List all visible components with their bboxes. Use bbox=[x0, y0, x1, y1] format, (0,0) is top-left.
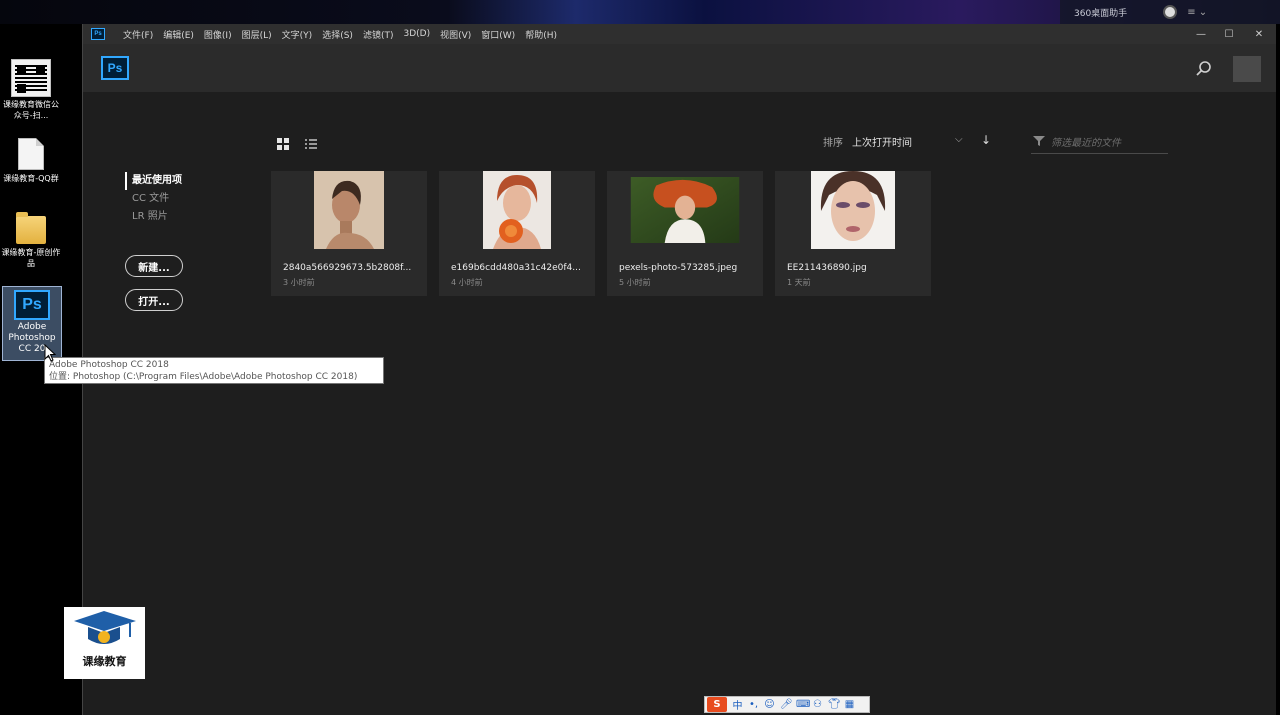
menu-layer[interactable]: 图层(L) bbox=[242, 28, 272, 41]
graduation-cap-icon bbox=[74, 611, 136, 644]
file-thumbnail bbox=[630, 177, 740, 243]
sogou-logo-icon[interactable]: S bbox=[707, 697, 727, 712]
nav-recent[interactable]: 最近使用项 bbox=[125, 172, 182, 190]
home-sidebar-nav: 最近使用项 CC 文件 LR 照片 bbox=[125, 172, 182, 226]
recent-file-card[interactable]: pexels-photo-573285.jpeg 5 小时前 bbox=[607, 171, 763, 296]
recent-file-card[interactable]: EE211436890.jpg 1 天前 bbox=[775, 171, 931, 296]
file-time: 5 小时前 bbox=[619, 278, 651, 287]
close-button[interactable]: ✕ bbox=[1245, 24, 1273, 44]
file-thumbnail bbox=[314, 171, 384, 249]
header-logo-icon: Ps bbox=[101, 56, 129, 80]
user-icon[interactable]: ⚇ bbox=[812, 699, 823, 710]
menu-select[interactable]: 选择(S) bbox=[322, 28, 353, 41]
qr-code-icon bbox=[11, 59, 51, 97]
sort-direction-arrow-icon[interactable]: ↓ bbox=[981, 133, 991, 147]
desktop-icon-originals-folder[interactable]: 课缘教育-原创作品 bbox=[0, 212, 62, 269]
file-time: 4 小时前 bbox=[451, 278, 483, 287]
desktop-assistant-bar[interactable]: 360桌面助手 ≡ ⌄ bbox=[1060, 0, 1280, 24]
filter-placeholder: 筛选最近的文件 bbox=[1051, 138, 1121, 149]
sort-label: 排序 bbox=[823, 138, 843, 149]
grid-menu-icon[interactable]: ▦ bbox=[844, 699, 855, 710]
menu-file[interactable]: 文件(F) bbox=[123, 28, 153, 41]
nav-cc-files[interactable]: CC 文件 bbox=[125, 190, 182, 208]
desktop-icon-qq-group[interactable]: 课缘教育-QQ群 bbox=[0, 138, 62, 184]
tooltip-location: 位置: Photoshop (C:\Program Files\Adobe\Ad… bbox=[49, 372, 358, 382]
file-name: pexels-photo-573285.jpeg bbox=[619, 263, 738, 273]
menu-edit[interactable]: 编辑(E) bbox=[163, 28, 194, 41]
mouse-cursor-icon bbox=[44, 344, 56, 362]
tooltip-title: Adobe Photoshop CC 2018 bbox=[49, 360, 169, 370]
filter-input[interactable]: 筛选最近的文件 bbox=[1031, 130, 1168, 154]
chevron-down-icon[interactable]: ⌵ bbox=[955, 134, 963, 145]
menu-image[interactable]: 图像(I) bbox=[204, 28, 232, 41]
ime-mode-toggle[interactable]: 中 bbox=[732, 697, 743, 712]
menu-help[interactable]: 帮助(H) bbox=[525, 28, 557, 41]
desktop-icon-label: 课缘教育-原创作品 bbox=[1, 248, 61, 268]
menu-3d[interactable]: 3D(D) bbox=[403, 29, 430, 39]
menu-filter[interactable]: 滤镜(T) bbox=[363, 28, 394, 41]
file-thumbnail bbox=[811, 171, 895, 249]
assistant-menu-icon[interactable]: ≡ ⌄ bbox=[1187, 7, 1207, 18]
brand-logo-text: 课缘教育 bbox=[82, 655, 127, 668]
recent-file-card[interactable]: 2840a566929673.5b2808f... 3 小时前 bbox=[271, 171, 427, 296]
menu-bar: Ps 文件(F) 编辑(E) 图像(I) 图层(L) 文字(Y) 选择(S) 滤… bbox=[83, 24, 1276, 44]
list-view-icon[interactable] bbox=[304, 138, 318, 150]
minimize-button[interactable]: — bbox=[1187, 24, 1215, 44]
app-logo-icon: Ps bbox=[91, 28, 105, 40]
skin-icon[interactable]: 👕︎ bbox=[828, 699, 841, 710]
keyboard-icon[interactable]: ⌨ bbox=[796, 699, 810, 710]
file-thumbnail bbox=[483, 171, 551, 249]
ime-toolbar[interactable]: S 中 •, ☺ 🎤︎ ⌨ ⚇ 👕︎ ▦ bbox=[704, 696, 870, 713]
desktop-icon-label: 课缘教育微信公众号-扫... bbox=[3, 100, 59, 120]
menu-window[interactable]: 窗口(W) bbox=[481, 28, 515, 41]
nav-lr-photos[interactable]: LR 照片 bbox=[125, 208, 182, 226]
file-name: EE211436890.jpg bbox=[787, 263, 867, 273]
search-icon[interactable] bbox=[1195, 60, 1213, 78]
microphone-icon[interactable]: 🎤︎ bbox=[780, 699, 793, 710]
photoshop-app-icon: Ps bbox=[14, 290, 50, 320]
desktop-icon-wechat-qr[interactable]: 课缘教育微信公众号-扫... bbox=[0, 59, 62, 121]
maximize-button[interactable]: ☐ bbox=[1215, 24, 1243, 44]
recent-file-card[interactable]: e169b6cdd480a31c42e0f4... 4 小时前 bbox=[439, 171, 595, 296]
sort-dropdown[interactable]: 上次打开时间 bbox=[852, 134, 912, 149]
open-button[interactable]: 打开... bbox=[125, 289, 183, 311]
assistant-label: 360桌面助手 bbox=[1074, 8, 1128, 19]
file-time: 3 小时前 bbox=[283, 278, 315, 287]
punctuation-icon[interactable]: •, bbox=[748, 699, 759, 710]
menu-view[interactable]: 视图(V) bbox=[440, 28, 471, 41]
assistant-avatar-icon[interactable] bbox=[1163, 5, 1178, 19]
file-name: e169b6cdd480a31c42e0f4... bbox=[451, 263, 581, 273]
menu-type[interactable]: 文字(Y) bbox=[282, 28, 313, 41]
new-button[interactable]: 新建... bbox=[125, 255, 183, 277]
emoji-icon[interactable]: ☺ bbox=[764, 699, 775, 710]
brand-logo: 课缘教育 bbox=[64, 607, 145, 679]
grid-view-icon[interactable] bbox=[276, 138, 290, 150]
file-time: 1 天前 bbox=[787, 278, 811, 287]
document-icon bbox=[18, 138, 44, 170]
folder-icon bbox=[16, 212, 46, 244]
desktop-icon-tooltip: Adobe Photoshop CC 2018 位置: Photoshop (C… bbox=[44, 357, 384, 384]
desktop-icon-label: 课缘教育-QQ群 bbox=[3, 174, 59, 183]
file-name: 2840a566929673.5b2808f... bbox=[283, 263, 412, 273]
home-header: Ps bbox=[83, 44, 1276, 92]
filter-icon bbox=[1033, 136, 1045, 146]
user-avatar[interactable] bbox=[1233, 56, 1261, 82]
